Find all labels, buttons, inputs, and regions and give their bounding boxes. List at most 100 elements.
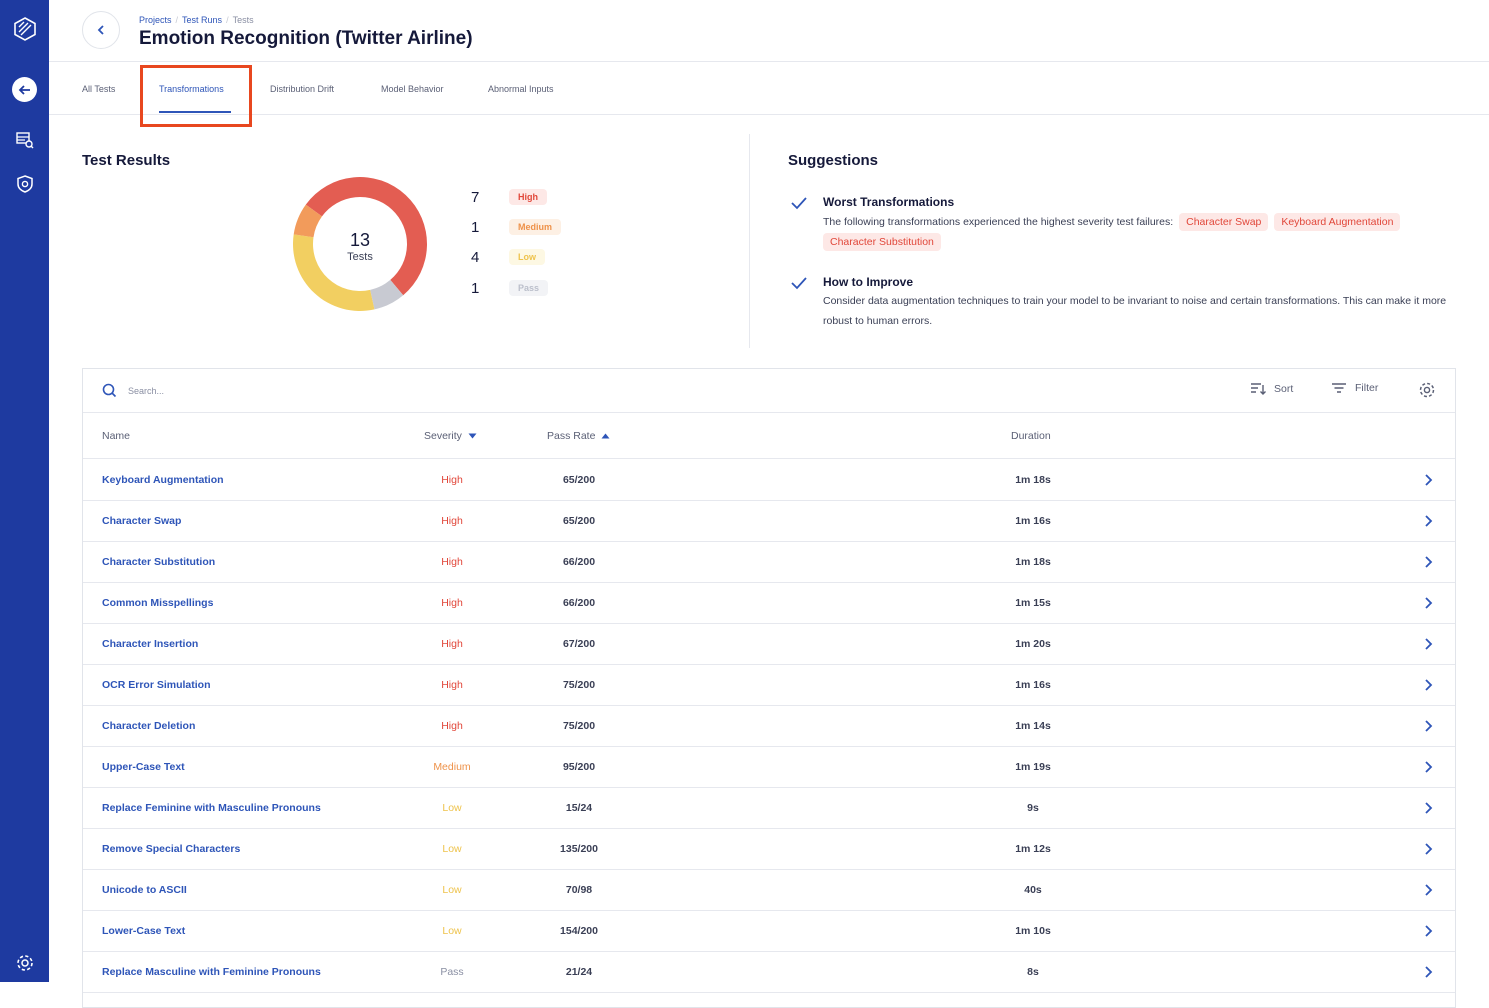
table-row[interactable]: Character Substitution High 66/200 1m 18s (83, 542, 1455, 583)
duration-cell: 1m 18s (1015, 474, 1051, 486)
chevron-right-icon[interactable] (1423, 555, 1433, 569)
test-name-link[interactable]: Unicode to ASCII (102, 884, 187, 896)
pass-rate-cell: 70/98 (565, 884, 593, 896)
checkmark-icon (791, 277, 807, 290)
column-header-severity[interactable]: Severity (424, 430, 477, 442)
settings-gear-icon[interactable] (12, 950, 37, 975)
table-row[interactable]: Unicode to ASCII Low 70/98 40s (83, 870, 1455, 911)
chevron-right-icon[interactable] (1423, 924, 1433, 938)
suggestion-heading-worst: Worst Transformations (823, 195, 955, 209)
chevron-right-icon[interactable] (1423, 801, 1433, 815)
test-name-link[interactable]: Character Deletion (102, 720, 195, 732)
logo-icon[interactable] (12, 16, 37, 41)
chevron-right-icon[interactable] (1423, 883, 1433, 897)
test-name-link[interactable]: Keyboard Augmentation (102, 474, 224, 486)
main-content: Projects / Test Runs / Tests Emotion Recogni… (49, 0, 1489, 1008)
tab-abnormal-inputs[interactable]: Abnormal Inputs (488, 84, 554, 94)
duration-cell: 1m 20s (1015, 638, 1051, 650)
table-row[interactable]: Replace Feminine with Masculine Pronouns… (83, 788, 1455, 829)
test-name-link[interactable]: OCR Error Simulation (102, 679, 211, 691)
table-row[interactable]: Character Deletion High 75/200 1m 14s (83, 706, 1455, 747)
severity-badge-high: High (509, 189, 547, 205)
column-header-label: Name (102, 430, 131, 442)
data-search-icon[interactable] (12, 127, 37, 152)
table-row[interactable]: Upper-Case Text Medium 95/200 1m 19s (83, 747, 1455, 788)
chevron-right-icon[interactable] (1423, 678, 1433, 692)
chevron-right-icon[interactable] (1423, 637, 1433, 651)
suggestion-text-improve: Consider data augmentation techniques to… (823, 295, 1447, 327)
test-name-link[interactable]: Upper-Case Text (102, 761, 185, 773)
back-button[interactable] (82, 11, 120, 49)
chevron-right-icon[interactable] (1423, 514, 1433, 528)
breadcrumb-test-runs[interactable]: Test Runs (182, 15, 222, 25)
back-arrow-icon[interactable] (12, 77, 37, 102)
chip-character-swap[interactable]: Character Swap (1179, 213, 1269, 231)
column-header-name[interactable]: Name (102, 430, 130, 442)
chevron-right-icon[interactable] (1423, 760, 1433, 774)
table-row[interactable]: Character Swap High 65/200 1m 16s (83, 501, 1455, 542)
test-name-link[interactable]: Common Misspellings (102, 597, 213, 609)
test-name-link[interactable]: Lower-Case Text (102, 925, 185, 937)
column-header-pass-rate[interactable]: Pass Rate (547, 430, 610, 442)
chip-keyboard-augmentation[interactable]: Keyboard Augmentation (1274, 213, 1401, 231)
chevron-right-icon[interactable] (1423, 473, 1433, 487)
table-row[interactable]: Character Insertion High 67/200 1m 20s (83, 624, 1455, 665)
pass-rate-cell: 66/200 (562, 556, 596, 568)
filter-label: Filter (1355, 382, 1379, 394)
duration-cell: 1m 15s (1015, 597, 1051, 609)
search-input[interactable] (128, 381, 428, 401)
filter-button[interactable]: Filter (1331, 382, 1378, 394)
tab-model-behavior[interactable]: Model Behavior (381, 84, 444, 94)
sidebar (0, 0, 49, 982)
pass-rate-cell: 65/200 (562, 515, 596, 527)
pass-rate-cell: 75/200 (562, 720, 596, 732)
breadcrumb: Projects / Test Runs / Tests (139, 15, 254, 25)
pass-rate-cell: 21/24 (565, 966, 593, 978)
tab-bar: All Tests Transformations Distribution D… (49, 62, 1489, 115)
test-name-link[interactable]: Replace Masculine with Feminine Pronouns (102, 966, 321, 978)
severity-cell: High (441, 515, 463, 527)
pass-rate-cell: 67/200 (562, 638, 596, 650)
duration-cell: 9s (1027, 802, 1039, 814)
test-name-link[interactable]: Character Insertion (102, 638, 198, 650)
legend-pass: 1 Pass (471, 279, 549, 297)
severity-badge-medium: Medium (509, 219, 562, 235)
pass-rate-cell: 95/200 (562, 761, 596, 773)
table-row[interactable]: Remove Special Characters Low 135/200 1m 12… (83, 829, 1455, 870)
duration-cell: 1m 10s (1015, 925, 1051, 937)
legend-count: 1 (471, 218, 480, 236)
duration-cell: 1m 18s (1015, 556, 1051, 568)
table-row[interactable]: Common Misspellings High 66/200 1m 15s (83, 583, 1455, 624)
column-header-duration[interactable]: Duration (1011, 430, 1051, 442)
test-name-link[interactable]: Character Swap (102, 515, 181, 527)
suggestion-text-worst: The following transformations experience… (823, 212, 1463, 252)
legend-count: 4 (471, 248, 480, 266)
chevron-right-icon[interactable] (1423, 842, 1433, 856)
table-row[interactable]: OCR Error Simulation High 75/200 1m 16s (83, 665, 1455, 706)
test-name-link[interactable]: Remove Special Characters (102, 843, 240, 855)
severity-cell: High (441, 597, 463, 609)
table-settings-button[interactable] (1418, 381, 1436, 399)
shield-icon[interactable] (12, 171, 37, 196)
table-row[interactable]: Lower-Case Text Low 154/200 1m 10s (83, 911, 1455, 952)
table-row[interactable]: Keyboard Augmentation High 65/200 1m 18s (83, 460, 1455, 501)
filter-icon (1332, 383, 1346, 393)
table-row[interactable]: Replace Masculine with Feminine Pronouns… (83, 952, 1455, 993)
test-name-link[interactable]: Replace Feminine with Masculine Pronouns (102, 802, 321, 814)
tab-distribution-drift[interactable]: Distribution Drift (270, 84, 334, 94)
table-header: Name Severity Pass Rate Duration (83, 413, 1455, 459)
chevron-right-icon[interactable] (1423, 596, 1433, 610)
test-name-link[interactable]: Character Substitution (102, 556, 215, 568)
duration-cell: 40s (1024, 884, 1042, 896)
page-title: Emotion Recognition (Twitter Airline) (139, 28, 473, 49)
breadcrumb-separator: / (175, 15, 179, 25)
tab-all-tests[interactable]: All Tests (82, 84, 115, 94)
chevron-right-icon[interactable] (1423, 965, 1433, 979)
chevron-left-icon (97, 25, 104, 35)
sort-button[interactable]: Sort (1250, 382, 1293, 396)
results-donut-chart: 13 Tests (293, 176, 427, 311)
breadcrumb-projects[interactable]: Projects (139, 15, 172, 25)
severity-cell: Pass (440, 966, 464, 978)
chevron-right-icon[interactable] (1423, 719, 1433, 733)
chip-character-substitution[interactable]: Character Substitution (823, 233, 941, 251)
